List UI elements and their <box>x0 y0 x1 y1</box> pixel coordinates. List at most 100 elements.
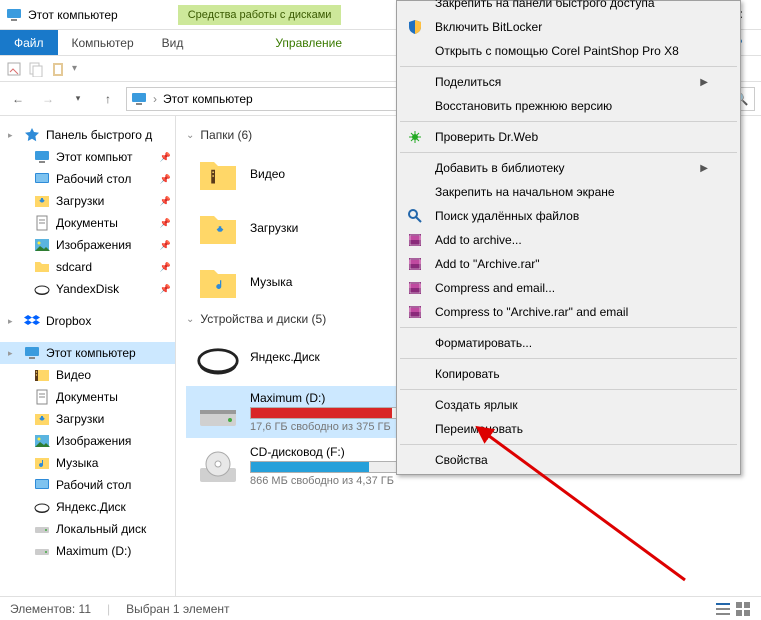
menu-manage[interactable]: Управление <box>245 30 372 55</box>
context-menu-item[interactable]: Копировать <box>399 362 738 386</box>
nav-recent[interactable]: ▾ <box>66 87 90 111</box>
sidebar-item[interactable]: Яндекс.Диск <box>0 496 175 518</box>
sidebar-item[interactable]: sdcard📌 <box>0 256 175 278</box>
context-menu-item[interactable]: Форматировать... <box>399 331 738 355</box>
menu-computer[interactable]: Компьютер <box>58 30 148 55</box>
hdd-icon <box>196 390 240 434</box>
nav-up[interactable]: ↑ <box>96 87 120 111</box>
copy-icon[interactable] <box>28 61 44 77</box>
menu-separator <box>400 389 737 390</box>
down-icon <box>34 411 50 427</box>
sidebar-item[interactable]: Загрузки📌 <box>0 190 175 212</box>
video-icon <box>34 367 50 383</box>
sidebar-item[interactable]: Изображения <box>0 430 175 452</box>
shield-icon <box>407 19 423 35</box>
context-menu-item[interactable]: Переименовать <box>399 417 738 441</box>
folder-icon <box>34 259 50 275</box>
status-count: Элементов: 11 <box>10 602 91 616</box>
star-icon <box>24 127 40 143</box>
sidebar-item[interactable]: Локальный диск <box>0 518 175 540</box>
context-menu-item[interactable]: Восстановить прежнюю версию <box>399 94 738 118</box>
pc-icon <box>34 149 50 165</box>
sidebar-item[interactable]: Этот компьют📌 <box>0 146 175 168</box>
rar-icon <box>407 304 423 320</box>
context-menu-item[interactable]: Добавить в библиотеку▶ <box>399 156 738 180</box>
menu-separator <box>400 327 737 328</box>
music-icon <box>196 260 240 304</box>
dropbox-icon <box>24 313 40 329</box>
sidebar-item[interactable]: Изображения📌 <box>0 234 175 256</box>
view-details-icon[interactable] <box>715 601 731 617</box>
rar-icon <box>407 232 423 248</box>
drive-item[interactable]: Maximum (D:)17,6 ГБ свободно из 375 ГБ <box>186 386 416 438</box>
menu-separator <box>400 444 737 445</box>
menu-file[interactable]: Файл <box>0 30 58 55</box>
context-menu-item[interactable]: Add to archive... <box>399 228 738 252</box>
sidebar-item[interactable]: Документы <box>0 386 175 408</box>
context-menu-item[interactable]: Открыть с помощью Corel PaintShop Pro X8 <box>399 39 738 63</box>
drive-icon <box>34 521 50 537</box>
folder-item[interactable]: Музыка <box>186 256 416 308</box>
menu-separator <box>400 66 737 67</box>
rar-icon <box>407 256 423 272</box>
sidebar-item[interactable]: Видео <box>0 364 175 386</box>
pc-icon <box>131 91 147 107</box>
pc-icon <box>24 345 40 361</box>
sidebar-item[interactable]: Рабочий стол <box>0 474 175 496</box>
sidebar: ▸ Панель быстрого д Этот компьют📌Рабочий… <box>0 116 176 618</box>
sidebar-item[interactable]: Maximum (D:) <box>0 540 175 562</box>
down-icon <box>196 206 240 250</box>
sidebar-quick-access[interactable]: ▸ Панель быстрого д <box>0 124 175 146</box>
drive-usage-bar <box>250 407 400 419</box>
context-menu-item[interactable]: Закрепить на начальном экране <box>399 180 738 204</box>
paste-icon[interactable] <box>50 61 66 77</box>
cd-icon <box>196 444 240 488</box>
ribbon-contextual-tab[interactable]: Средства работы с дисками <box>178 5 342 25</box>
nav-forward[interactable]: → <box>36 87 60 111</box>
pc-icon <box>6 7 22 23</box>
context-menu-item[interactable]: Включить BitLocker <box>399 15 738 39</box>
properties-icon[interactable] <box>6 61 22 77</box>
yadisk-icon <box>34 499 50 515</box>
menu-separator <box>400 121 737 122</box>
sidebar-dropbox[interactable]: ▸ Dropbox <box>0 310 175 332</box>
sidebar-this-pc[interactable]: ▸ Этот компьютер <box>0 342 175 364</box>
drive-icon <box>34 543 50 559</box>
sidebar-item[interactable]: YandexDisk📌 <box>0 278 175 300</box>
context-menu-item[interactable]: Поделиться▶ <box>399 70 738 94</box>
context-menu-item[interactable]: Закрепить на панели быстрого доступа <box>399 0 738 15</box>
menu-separator <box>400 152 737 153</box>
drive-item[interactable]: Яндекс.Диск <box>186 332 416 384</box>
sidebar-item[interactable]: Документы📌 <box>0 212 175 234</box>
pic-icon <box>34 237 50 253</box>
context-menu-item[interactable]: Compress and email... <box>399 276 738 300</box>
sidebar-item[interactable]: Рабочий стол📌 <box>0 168 175 190</box>
folder-item[interactable]: Видео <box>186 148 416 200</box>
folder-item[interactable]: Загрузки <box>186 202 416 254</box>
search-icon <box>407 208 423 224</box>
menu-view[interactable]: Вид <box>148 30 198 55</box>
desktop-icon <box>34 171 50 187</box>
context-menu-item[interactable]: Поиск удалённых файлов <box>399 204 738 228</box>
submenu-arrow-icon: ▶ <box>700 163 708 174</box>
yadisk-icon <box>196 336 240 380</box>
sidebar-item[interactable]: Музыка <box>0 452 175 474</box>
spider-icon <box>407 129 423 145</box>
drive-item[interactable]: CD-дисковод (F:)866 МБ свободно из 4,37 … <box>186 440 416 492</box>
context-menu-item[interactable]: Создать ярлык <box>399 393 738 417</box>
address-location: Этот компьютер <box>163 92 253 106</box>
view-large-icon[interactable] <box>735 601 751 617</box>
context-menu-item[interactable]: Compress to "Archive.rar" and email <box>399 300 738 324</box>
nav-back[interactable]: ← <box>6 87 30 111</box>
context-menu-item[interactable]: Add to "Archive.rar" <box>399 252 738 276</box>
video-icon <box>196 152 240 196</box>
context-menu-item[interactable]: Свойства <box>399 448 738 472</box>
context-menu-item[interactable]: Проверить Dr.Web <box>399 125 738 149</box>
toolbar-dropdown[interactable]: ▾ <box>72 63 77 74</box>
pic-icon <box>34 433 50 449</box>
menu-separator <box>400 358 737 359</box>
sidebar-item[interactable]: Загрузки <box>0 408 175 430</box>
status-selected: Выбран 1 элемент <box>126 602 229 616</box>
rar-icon <box>407 280 423 296</box>
window-title: Этот компьютер <box>28 8 118 22</box>
